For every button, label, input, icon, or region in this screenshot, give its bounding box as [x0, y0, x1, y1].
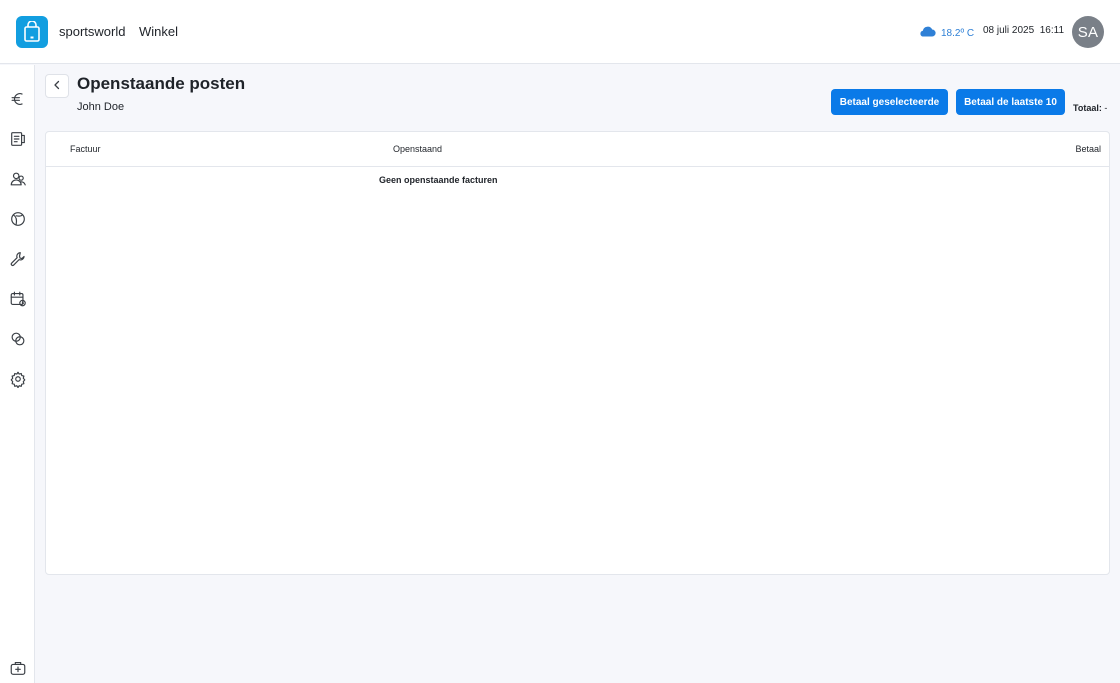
- euro-icon: [9, 90, 27, 113]
- sidebar-item-sports[interactable]: [8, 211, 28, 231]
- empty-table-message: Geen openstaande facturen: [379, 175, 498, 185]
- sidebar-item-euro[interactable]: [8, 91, 28, 111]
- sidebar-item-service[interactable]: [8, 251, 28, 271]
- sidebar-item-agenda[interactable]: [8, 291, 28, 311]
- cloud-icon: [918, 24, 936, 42]
- ball-icon: [9, 210, 27, 233]
- date-time: 08 juli 2025 16:11: [983, 25, 1064, 36]
- toolbox-icon: [9, 659, 27, 682]
- table-header: Factuur Openstaand Betaal: [46, 132, 1109, 167]
- pay-selected-button[interactable]: Betaal geselecteerde: [831, 89, 948, 115]
- shopping-bag-logo-icon[interactable]: [16, 16, 48, 48]
- weather-temperature: 18.2º C: [941, 27, 975, 39]
- column-header-outstanding[interactable]: Openstaand: [393, 144, 442, 154]
- sidebar-item-memberships[interactable]: [8, 331, 28, 351]
- column-header-pay[interactable]: Betaal: [1075, 144, 1101, 154]
- section-name: Winkel: [139, 24, 179, 39]
- sidebar-item-settings[interactable]: [8, 371, 28, 391]
- total-value: -: [1104, 103, 1108, 113]
- chevron-left-icon: [52, 77, 62, 95]
- sidebar: [0, 65, 35, 683]
- wrench-icon: [9, 250, 27, 273]
- rings-icon: [9, 330, 27, 353]
- customer-name: John Doe: [77, 101, 125, 113]
- calendar-icon: [9, 290, 27, 313]
- column-header-invoice[interactable]: Factuur: [70, 144, 101, 154]
- top-bar: sportsworld Winkel 18.2º C 08 juli 2025 …: [0, 0, 1120, 64]
- page-title: Openstaande posten: [77, 74, 246, 93]
- pay-last-10-button[interactable]: Betaal de laatste 10: [956, 89, 1065, 115]
- back-button[interactable]: [45, 74, 69, 98]
- receipt-icon: [9, 130, 27, 153]
- current-date: 08 juli 2025: [983, 25, 1035, 36]
- sidebar-item-toolbox[interactable]: [8, 660, 28, 680]
- sidebar-item-receipts[interactable]: [8, 131, 28, 151]
- total-label: Totaal:: [1073, 103, 1102, 113]
- open-items-table: Factuur Openstaand Betaal Geen openstaan…: [45, 131, 1110, 575]
- total-amount: Totaal: -: [1073, 103, 1107, 113]
- sidebar-item-customers[interactable]: [8, 171, 28, 191]
- gear-icon: [9, 370, 27, 393]
- weather-widget: 18.2º C: [918, 24, 974, 42]
- user-avatar[interactable]: SA: [1072, 16, 1104, 48]
- current-time: 16:11: [1039, 25, 1065, 36]
- brand-name: sportsworld: [59, 24, 126, 39]
- users-icon: [9, 170, 27, 193]
